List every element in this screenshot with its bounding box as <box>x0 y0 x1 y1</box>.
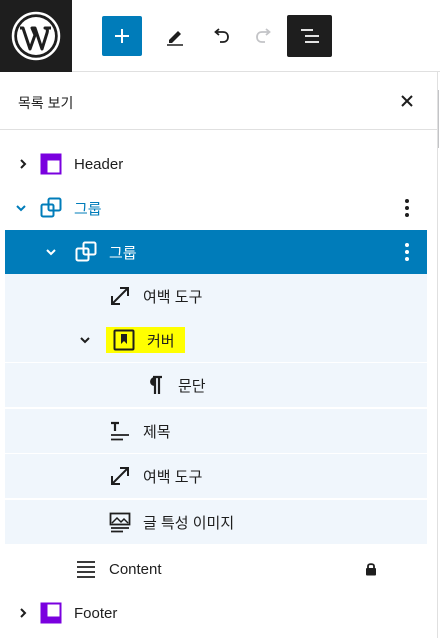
group-icon <box>74 240 98 264</box>
spacer-icon <box>108 284 132 308</box>
cover-icon <box>112 328 136 352</box>
chevron-down-icon <box>46 249 56 256</box>
list-item-spacer[interactable]: 여백 도구 <box>5 454 427 498</box>
list-item-label: Header <box>74 155 124 173</box>
undo-icon <box>214 28 229 43</box>
list-item-group[interactable]: 그룹 <box>5 186 427 230</box>
chevron-right-icon <box>20 608 27 618</box>
list-item-label: 여백 도구 <box>143 468 203 486</box>
more-vertical-icon <box>405 199 409 217</box>
list-item-label: 커버 <box>147 332 175 350</box>
block-options-button[interactable] <box>397 230 417 274</box>
template-part-icon <box>39 152 63 176</box>
editor-toolbar <box>0 0 440 72</box>
highlighted-block: 커버 <box>106 327 185 353</box>
list-item-label: 문단 <box>178 377 206 395</box>
featured-image-icon <box>108 510 132 534</box>
list-view-icon <box>300 29 319 43</box>
paragraph-icon <box>143 373 167 397</box>
list-item-label: Footer <box>74 604 118 622</box>
list-item-label: Content <box>109 560 162 578</box>
template-part-icon <box>39 601 63 625</box>
expand-toggle[interactable] <box>13 142 33 186</box>
pencil-icon <box>167 31 183 46</box>
list-item-header[interactable]: Header <box>5 142 427 186</box>
collapse-toggle[interactable] <box>75 318 95 362</box>
list-item-post-content[interactable]: Content <box>5 547 427 591</box>
list-view-panel-header: 목록 보기 <box>0 72 437 130</box>
list-item-label: 여백 도구 <box>143 288 203 306</box>
collapse-toggle[interactable] <box>41 230 61 274</box>
chevron-right-icon <box>20 159 27 169</box>
undo-button[interactable] <box>200 16 240 56</box>
group-icon <box>39 196 63 220</box>
add-block-button[interactable] <box>102 16 142 56</box>
redo-icon <box>256 28 271 43</box>
list-item-featured-image[interactable]: 글 특성 이미지 <box>5 500 427 544</box>
list-item-paragraph[interactable]: 문단 <box>5 363 427 407</box>
spacer-icon <box>108 464 132 488</box>
list-item-label: 제목 <box>143 423 171 441</box>
more-vertical-icon <box>405 243 409 261</box>
tools-button[interactable] <box>155 16 195 56</box>
list-item-label: 그룹 <box>74 200 102 218</box>
plus-icon <box>115 29 129 43</box>
collapse-toggle[interactable] <box>11 186 31 230</box>
chevron-down-icon <box>80 337 90 344</box>
wordpress-logo-button[interactable] <box>0 0 72 72</box>
panel-title: 목록 보기 <box>18 95 74 111</box>
list-view-button[interactable] <box>287 15 332 57</box>
expand-toggle[interactable] <box>13 591 33 635</box>
chevron-down-icon <box>16 205 26 212</box>
redo-button[interactable] <box>245 16 285 56</box>
list-item-group-selected[interactable]: 그룹 <box>5 230 427 274</box>
list-item-spacer[interactable]: 여백 도구 <box>5 274 427 318</box>
list-item-footer[interactable]: Footer <box>5 591 427 635</box>
post-content-icon <box>74 557 98 581</box>
lock-icon <box>363 547 379 591</box>
block-options-button[interactable] <box>397 186 417 230</box>
list-item-post-title[interactable]: 제목 <box>5 409 427 453</box>
close-panel-button[interactable] <box>394 88 420 114</box>
wordpress-logo-icon <box>11 11 61 61</box>
list-item-label: 글 특성 이미지 <box>143 514 235 532</box>
close-icon <box>401 95 413 107</box>
post-title-icon <box>108 419 132 443</box>
list-item-label: 그룹 <box>109 244 137 262</box>
list-item-cover[interactable]: 커버 <box>5 318 427 362</box>
